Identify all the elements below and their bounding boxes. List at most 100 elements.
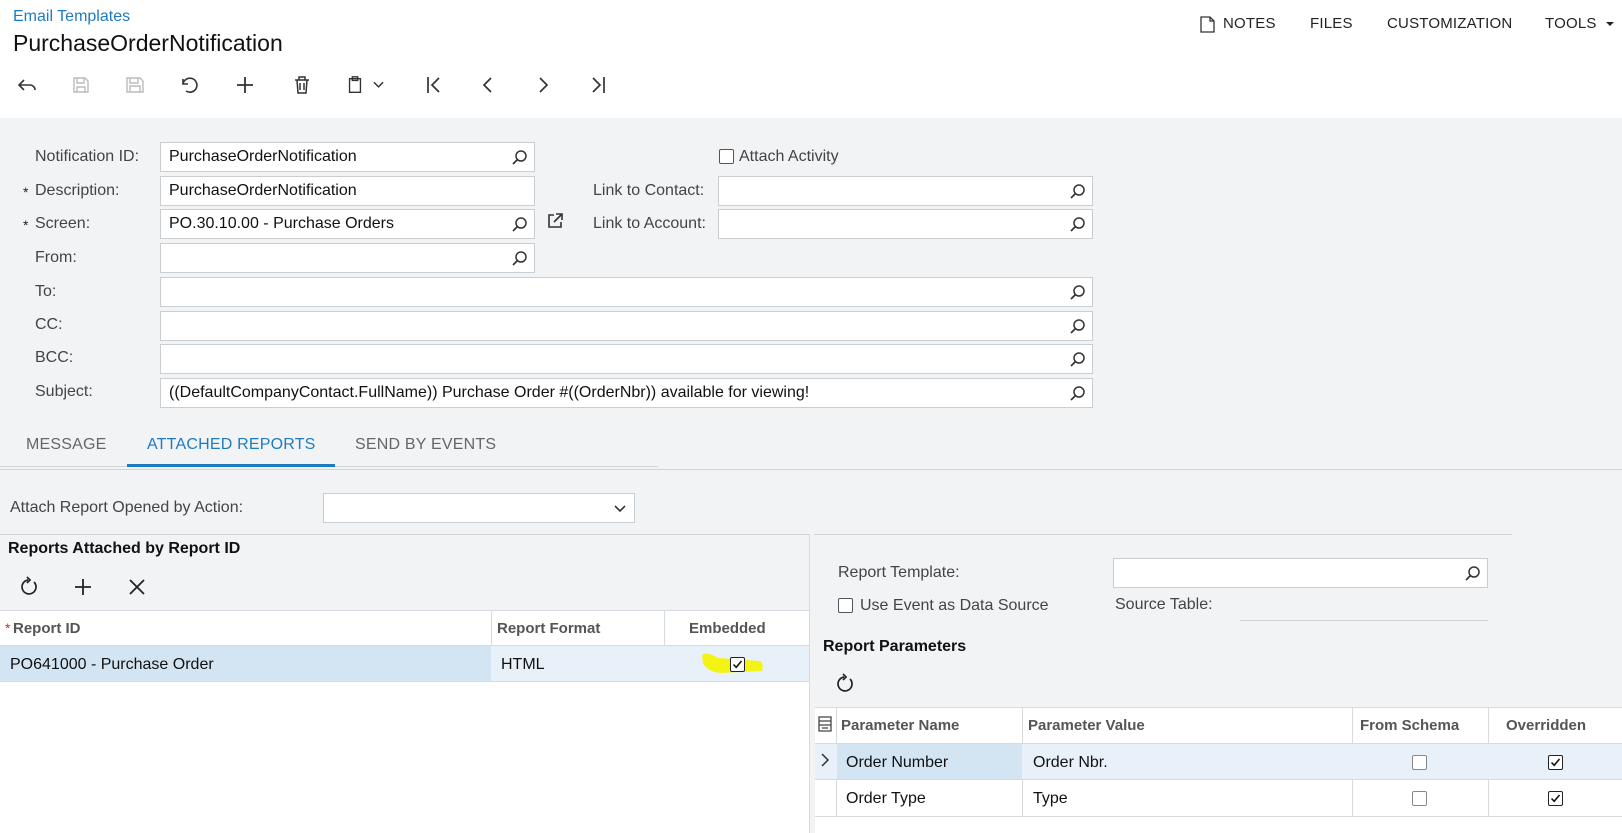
refresh-icon: [21, 576, 37, 595]
subject-value: ((DefaultCompanyContact.FullName)) Purch…: [169, 384, 810, 401]
add-icon: [75, 579, 91, 595]
save-close-button[interactable]: [64, 68, 98, 102]
notes-menu[interactable]: NOTES: [1200, 15, 1276, 33]
column-config-icon[interactable]: [818, 716, 832, 732]
from-schema-checkbox[interactable]: [1412, 755, 1427, 770]
tab-message[interactable]: MESSAGE: [26, 436, 107, 454]
attach-by-action-label: Attach Report Opened by Action:: [10, 499, 244, 516]
tools-label: TOOLS: [1545, 15, 1597, 32]
from-schema-checkbox[interactable]: [1412, 791, 1427, 806]
screen-label: Screen:: [35, 215, 91, 232]
col-overridden[interactable]: Overridden: [1506, 717, 1586, 734]
check-icon: [1550, 758, 1561, 767]
refresh-params-button[interactable]: [827, 667, 861, 701]
grid-border: [815, 816, 1622, 817]
col-parameter-name[interactable]: Parameter Name: [841, 717, 959, 734]
panel-divider: [809, 534, 810, 833]
use-event-checkbox[interactable]: [838, 598, 853, 613]
note-icon: [1200, 16, 1215, 33]
search-icon[interactable]: [1069, 183, 1086, 200]
param-name-cell[interactable]: Order Number: [846, 754, 948, 772]
search-icon[interactable]: [511, 250, 528, 267]
previous-icon: [482, 77, 492, 93]
notes-label: NOTES: [1223, 15, 1276, 32]
link-to-account-field[interactable]: [718, 209, 1093, 239]
cancel-button[interactable]: [172, 68, 206, 102]
undo-button[interactable]: [10, 68, 44, 102]
report-template-field[interactable]: [1113, 558, 1488, 588]
refresh-button[interactable]: [11, 570, 45, 604]
param-name-cell[interactable]: Order Type: [846, 790, 926, 808]
divider: [0, 534, 810, 535]
attach-by-action-select[interactable]: [323, 493, 635, 523]
search-icon[interactable]: [1464, 565, 1481, 582]
overridden-checkbox[interactable]: [1548, 755, 1563, 770]
report-template-label: Report Template:: [838, 564, 960, 581]
add-icon: [237, 77, 253, 93]
col-from-schema[interactable]: From Schema: [1360, 717, 1459, 734]
next-record-button[interactable]: [526, 68, 560, 102]
active-tab-indicator: [127, 464, 335, 467]
to-field[interactable]: [160, 277, 1093, 307]
embedded-checkbox[interactable]: [730, 657, 745, 672]
chevron-down-icon: [372, 81, 384, 88]
subject-field[interactable]: ((DefaultCompanyContact.FullName)) Purch…: [160, 378, 1093, 408]
report-format-cell[interactable]: HTML: [501, 656, 545, 674]
delete-button[interactable]: [285, 68, 319, 102]
report-id-cell[interactable]: PO641000 - Purchase Order: [10, 656, 214, 674]
files-menu[interactable]: FILES: [1310, 15, 1353, 32]
to-label: To:: [35, 283, 57, 300]
first-icon: [427, 77, 440, 93]
divider: [0, 469, 1622, 470]
save-button[interactable]: [118, 68, 152, 102]
search-icon[interactable]: [1069, 284, 1086, 301]
col-parameter-value[interactable]: Parameter Value: [1028, 717, 1145, 734]
search-icon[interactable]: [1069, 351, 1086, 368]
search-icon[interactable]: [1069, 318, 1086, 335]
search-icon[interactable]: [1069, 385, 1086, 402]
next-icon: [539, 77, 549, 93]
tab-send-by-events[interactable]: SEND BY EVENTS: [355, 436, 496, 454]
last-record-button[interactable]: [581, 68, 615, 102]
external-link-icon[interactable]: [546, 212, 564, 230]
col-embedded[interactable]: Embedded: [689, 620, 766, 637]
delete-row-button[interactable]: [120, 570, 154, 604]
param-value-cell[interactable]: Type: [1033, 790, 1068, 808]
description-field[interactable]: PurchaseOrderNotification: [160, 176, 535, 206]
screen-field[interactable]: PO.30.10.00 - Purchase Orders: [160, 209, 535, 239]
cc-field[interactable]: [160, 311, 1093, 341]
search-icon[interactable]: [511, 216, 528, 233]
param-value-cell[interactable]: Order Nbr.: [1033, 754, 1108, 772]
customization-menu[interactable]: CUSTOMIZATION: [1387, 15, 1512, 32]
source-table-field[interactable]: [1240, 620, 1488, 621]
cc-label: CC:: [35, 316, 63, 333]
copy-paste-button[interactable]: [339, 68, 389, 102]
tab-attached-reports[interactable]: ATTACHED REPORTS: [147, 436, 316, 454]
from-field[interactable]: [160, 243, 535, 273]
search-icon[interactable]: [1069, 216, 1086, 233]
screen-value: PO.30.10.00 - Purchase Orders: [169, 215, 394, 232]
from-label: From:: [35, 249, 77, 266]
col-report-id[interactable]: Report ID: [13, 620, 81, 637]
chevron-down-icon: [614, 505, 626, 513]
notification-id-value: PurchaseOrderNotification: [169, 148, 357, 165]
notification-id-field[interactable]: PurchaseOrderNotification: [160, 142, 535, 172]
previous-record-button[interactable]: [471, 68, 505, 102]
add-button[interactable]: [228, 68, 262, 102]
col-report-format[interactable]: Report Format: [497, 620, 600, 637]
close-icon: [129, 579, 145, 595]
first-record-button[interactable]: [417, 68, 451, 102]
overridden-checkbox[interactable]: [1548, 791, 1563, 806]
page-title: PurchaseOrderNotification: [13, 30, 283, 56]
search-icon[interactable]: [511, 149, 528, 166]
attach-activity-checkbox[interactable]: [719, 149, 734, 164]
bcc-field[interactable]: [160, 344, 1093, 374]
required-mark: *: [5, 620, 11, 636]
breadcrumb[interactable]: Email Templates: [13, 8, 130, 26]
tools-menu[interactable]: TOOLS: [1545, 15, 1615, 32]
grid-border: [0, 681, 809, 682]
page-header: Email Templates PurchaseOrderNotificatio…: [0, 0, 1622, 118]
add-row-button[interactable]: [66, 570, 100, 604]
link-to-contact-field[interactable]: [718, 176, 1093, 206]
bcc-label: BCC:: [35, 349, 74, 366]
